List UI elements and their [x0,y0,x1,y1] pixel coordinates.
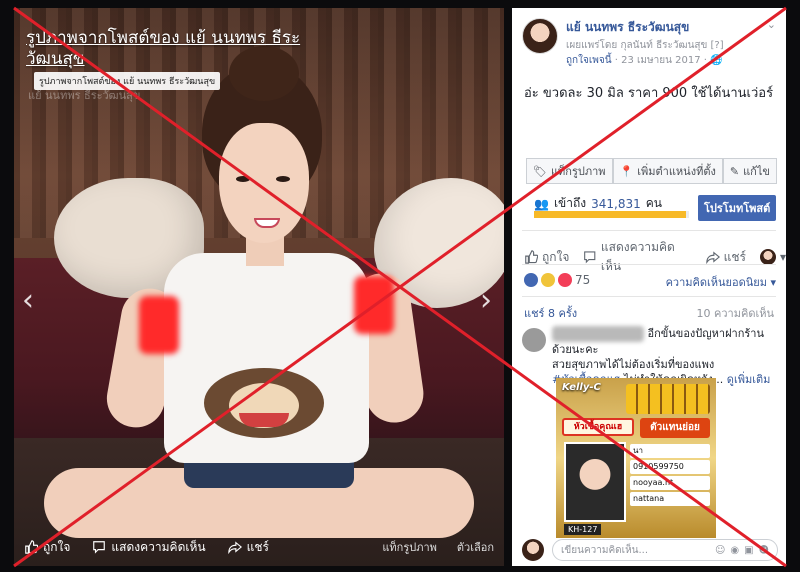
tag-photo-label: แท็กรูปภาพ [550,165,606,178]
divider [522,296,776,297]
photo-like-label: ถูกใจ [43,539,71,554]
comment-line-2: สวยสุขภาพได้ไม่ต้องเริ่มที่ของแพง [552,358,715,371]
comment-bubble-icon [93,541,106,554]
comments-count-link[interactable]: 10 ความคิดเห็น [697,304,775,322]
comment-composer: เขียนความคิดเห็น... ☺ ◉ ▣ ☻ [522,538,778,562]
photo-viewer: รูปภาพจากโพสต์ของ แย้ นนทพร ธีระวัฒนสุข … [14,8,504,566]
shared-by-text: เผยแพร่โดย กุลนันท์ ธีระวัฒนสุข [?] [566,40,724,51]
add-location-button[interactable]: 📍 เพิ่มตำแหน่งที่ตั้ง [612,158,723,184]
photo-title-link[interactable]: รูปภาพจากโพสต์ของ แย้ นนทพร ธีระวัฒนสุข [26,28,326,70]
screenshot-root: รูปภาพจากโพสต์ของ แย้ นนทพร ธีระวัฒนสุข … [0,0,800,572]
caret-down-icon: ▾ [779,250,786,264]
person-eye-left [236,176,250,182]
wow-reaction-icon [541,273,555,287]
comment-button[interactable]: แสดงความคิดเห็น [583,238,691,276]
ad-agent-photo [564,442,626,522]
promote-post-button[interactable]: โปรโมทโพสต์ [698,195,777,221]
comment-input[interactable]: เขียนความคิดเห็น... ☺ ◉ ▣ ☻ [552,539,778,561]
comment-input-placeholder: เขียนความคิดเห็น... [561,544,649,556]
blurred-commenter-name [552,326,644,342]
photo-action-bar: ถูกใจ แสดงความคิดเห็น แชร์ แท็กรูปภาพ ตั… [14,528,504,566]
shirt-print-monkey-mouth [239,413,289,427]
author-avatar[interactable] [522,18,558,54]
comment-label: แสดงความคิดเห็น [600,240,675,273]
post-meta: ถูกใจเพจนี้ · 23 เมษายน 2017 · 🌐 [566,53,723,68]
post-options-chevron-icon[interactable]: ⌄ [767,18,776,31]
photo-tag-actions: 🏷 แท็กรูปภาพ 📍 เพิ่มตำแหน่งที่ตั้ง ✎ แก้… [526,158,777,184]
photo-sub-caption: แย้ นนทพร ธีระวัฒนสุข [28,89,141,102]
ad-agent-banner: ตัวแทนย่อย [640,418,710,438]
author-name-link[interactable]: แย้ นนทพร ธีระวัฒนสุข [566,18,689,37]
person-eye-right [276,176,290,182]
camera-icon[interactable]: ◉ [730,545,739,556]
composer-avatar [522,539,544,561]
blurred-bottle-right [354,276,394,334]
reaction-count: 75 [575,273,591,287]
pencil-icon: ✎ [729,164,740,178]
options-link[interactable]: ตัวเลือก [457,538,494,556]
divider [522,230,776,231]
post-actions: ถูกใจ แสดงความคิดเห็น แชร์ ▾ [524,238,786,276]
reach-progress-bar [534,211,689,218]
add-location-label: เพิ่มตำแหน่งที่ตั้ง [637,165,716,178]
love-reaction-icon [558,273,572,287]
location-pin-icon: 📍 [619,164,634,178]
blurred-bottle-left [139,296,179,354]
share-arrow-icon [227,541,242,554]
ad-code: KH-127 [564,524,602,535]
thumbs-up-icon [25,540,38,554]
tag-icon: 🏷 [533,164,547,178]
photo-share-label: แชร์ [246,539,269,554]
ad-contact-info: นา 0910599750 nooyaa.nt nattana [630,444,710,508]
post-as-selector[interactable]: ▾ [759,249,786,265]
sticker-icon[interactable]: ☻ [759,545,769,556]
divider [522,264,776,265]
ad-id-2: nattana [630,492,710,506]
edit-button[interactable]: ✎ แก้ไข [722,158,777,184]
thumbs-up-icon [525,250,538,264]
comment-sort-dropdown[interactable]: ความคิดเห็นยอดนิยม ▾ [666,273,776,291]
edit-label: แก้ไข [743,165,770,178]
previous-photo-arrow-icon[interactable]: ‹ [22,283,34,318]
ad-product-bottles [626,384,710,414]
share-arrow-icon [705,251,720,264]
like-reaction-icon [524,273,538,287]
comment-ad-image[interactable]: Kelly-C หัวเชื้อคุณเฮ ตัวแทนย่อย นา 0910… [556,378,716,538]
gif-icon[interactable]: ▣ [744,545,753,556]
post-side-panel: แย้ นนทพร ธีระวัฒนสุข เผยแพร่โดย กุลนันท… [512,8,786,566]
people-icon: 👥 [534,196,549,211]
reach-count[interactable]: 341,831 [591,197,641,211]
emoji-icon[interactable]: ☺ [715,545,725,556]
next-photo-arrow-icon[interactable]: › [480,283,492,318]
reach-progress-fill [534,211,686,218]
photo-comment-label: แสดงความคิดเห็น [111,539,206,554]
photo-like-button[interactable]: ถูกใจ [24,538,70,557]
tag-photo-button[interactable]: 🏷 แท็กรูปภาพ [526,158,613,184]
shares-count-link[interactable]: แชร์ 8 ครั้ง [524,304,577,322]
ad-id-1: nooyaa.nt [630,476,710,490]
page-liked-link[interactable]: ถูกใจเพจนี้ [566,55,612,66]
post-header: แย้ นนทพร ธีระวัฒนสุข เผยแพร่โดย กุลนันท… [512,8,786,68]
see-more-link[interactable]: ดูเพิ่มเติม [727,373,771,386]
post-date[interactable]: · 23 เมษายน 2017 · 🌐 [615,55,723,66]
post-as-avatar [759,249,776,265]
commenter-avatar[interactable] [522,328,546,352]
ad-brand: Kelly-C [562,382,601,393]
tag-photo-link[interactable]: แท็กรูปภาพ [382,538,437,556]
photo-comment-button[interactable]: แสดงความคิดเห็น [92,538,206,557]
comment-bubble-icon [584,251,596,264]
reactions-summary[interactable]: 75 [524,273,590,287]
ad-phone: 0910599750 [630,460,710,474]
post-text: อ่ะ ขวดละ 30 มิล ราคา 900 ใช้ได้นานเว่อร… [524,86,774,101]
ad-name: นา [630,444,710,458]
ad-headline: หัวเชื้อคุณเฮ [562,418,634,436]
photo-share-button[interactable]: แชร์ [227,538,269,557]
